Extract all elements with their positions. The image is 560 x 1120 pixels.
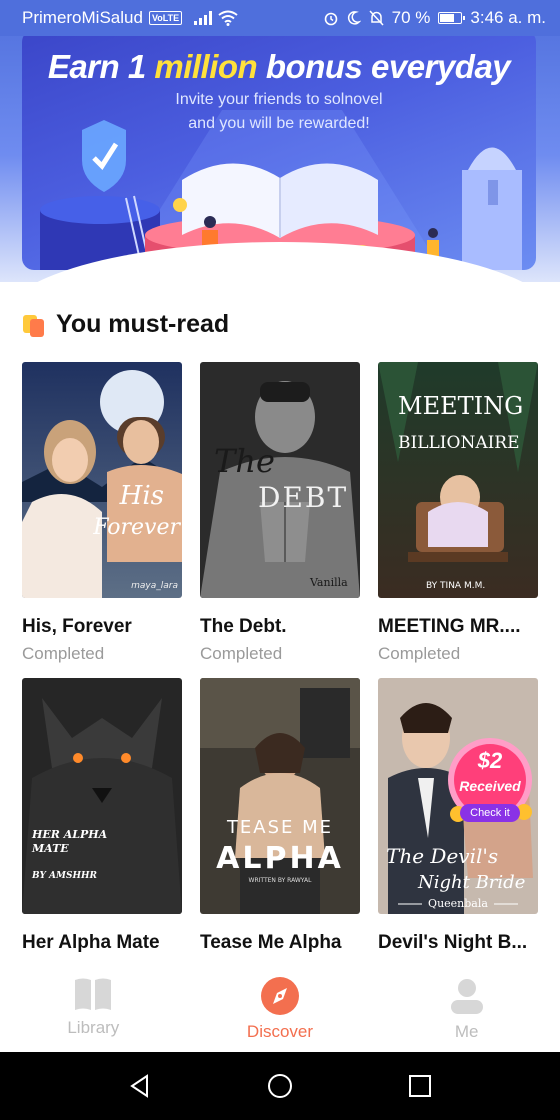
banner-subtitle-line2: and you will be rewarded! <box>188 115 370 132</box>
cover-title-meeting: MEETING <box>398 392 523 420</box>
banner-title-highlight: million <box>154 48 258 85</box>
user-icon <box>450 979 483 1014</box>
signal-icon <box>194 11 213 25</box>
nav-discover[interactable]: Discover <box>220 976 340 1042</box>
book-status: Completed <box>22 644 105 663</box>
system-nav-bar <box>0 1052 560 1120</box>
mute-icon <box>369 10 384 26</box>
banner-title-prefix: Earn 1 <box>47 48 146 85</box>
promo-badge[interactable]: $2 Received Check it <box>444 736 536 836</box>
bottom-nav: Library Discover Me <box>0 962 560 1052</box>
book-cover[interactable]: The DEBT Vanilla <box>200 362 360 598</box>
book-card[interactable]: MEETING BILLIONAIRE BY TINA M.M. MEETING… <box>378 362 538 664</box>
cover-title-nightbride: Night Bride <box>417 872 525 893</box>
check-it-button[interactable]: Check it <box>460 804 520 822</box>
book-cover[interactable]: HER ALPHA MATE BY AMSHHR <box>22 678 182 914</box>
nav-discover-label: Discover <box>246 1022 314 1041</box>
book-title: The Debt. <box>200 616 287 637</box>
book-cover[interactable]: TEASE ME ALPHA WRITTEN BY RAWYAL <box>200 678 360 914</box>
volte-badge: VoLTE <box>148 11 183 25</box>
cover-author: Queenbala <box>428 897 488 910</box>
carrier: PrimeroMiSalud VoLTE <box>22 8 183 28</box>
compass-icon <box>260 977 299 1015</box>
bookmark-icon <box>23 314 44 337</box>
book-card[interactable]: HER ALPHA MATE BY AMSHHR Her Alpha Mate <box>22 678 182 960</box>
book-title: Devil's Night B... <box>378 932 528 953</box>
cover-title-billionaire: BILLIONAIRE <box>398 433 520 453</box>
battery-percent: 70 % <box>391 8 431 27</box>
recents-icon[interactable] <box>407 1073 433 1099</box>
book-status: Completed <box>200 644 283 663</box>
banner-title: Earn 1 million bonus everyday <box>22 48 536 86</box>
book-card[interactable]: The DEBT Vanilla The Debt. Completed <box>200 362 360 664</box>
book-title: MEETING MR.... <box>378 616 521 637</box>
cover-title-devils: The Devil's <box>386 844 498 868</box>
nav-library[interactable]: Library <box>33 976 153 1038</box>
moon-icon <box>347 11 361 25</box>
cover-author: Vanilla <box>309 576 348 589</box>
section-title: You must-read <box>56 310 230 338</box>
cover-title-the: The <box>214 442 275 480</box>
book-cover[interactable]: His Forever maya_lara <box>22 362 182 598</box>
alarm-icon <box>324 12 337 26</box>
cover-author: maya_lara <box>131 581 178 591</box>
book-cover[interactable]: The Devil's Night Bride Queenbala $2 Rec… <box>378 678 538 914</box>
book-cover[interactable]: MEETING BILLIONAIRE BY TINA M.M. <box>378 362 538 598</box>
library-icon <box>75 978 112 1010</box>
cover-title-alpha: ALPHA <box>216 841 344 876</box>
home-icon[interactable] <box>267 1073 293 1099</box>
cover-title-debt: DEBT <box>258 481 348 514</box>
carrier-name: PrimeroMiSalud <box>22 8 143 27</box>
book-status: Completed <box>378 644 461 663</box>
cover-title-his: His <box>119 481 164 511</box>
cover-author: BY AMSHHR <box>31 871 97 881</box>
promo-label: Received <box>459 778 521 794</box>
book-title: Tease Me Alpha <box>200 932 342 953</box>
nav-library-label: Library <box>67 1018 120 1037</box>
banner-subtitle-line1: Invite your friends to solnovel <box>175 91 383 108</box>
cover-author: BY TINA M.M. <box>426 581 485 591</box>
clock: 3:46 a. m. <box>470 8 546 27</box>
banner: Earn 1 million bonus everyday Invite you… <box>0 0 560 282</box>
book-title: His, Forever <box>22 616 132 637</box>
book-card[interactable]: His Forever maya_lara His, Forever Compl… <box>22 362 182 664</box>
book-card[interactable]: TEASE ME ALPHA WRITTEN BY RAWYAL Tease M… <box>200 678 360 960</box>
book-card[interactable]: The Devil's Night Bride Queenbala $2 Rec… <box>378 678 538 960</box>
cover-title-tease: TEASE ME <box>226 817 333 838</box>
cover-title-line1: HER ALPHA <box>31 828 108 841</box>
status-bar: PrimeroMiSalud VoLTE 70 % 3:46 a. m. <box>0 0 560 36</box>
battery-icon <box>438 12 466 24</box>
nav-me-label: Me <box>454 1022 479 1041</box>
banner-title-suffix: bonus everyday <box>265 48 511 85</box>
section-header: You must-read <box>22 310 229 339</box>
cover-title-line2: MATE <box>31 842 69 855</box>
promo-amount: $2 <box>477 748 503 773</box>
book-grid: His Forever maya_lara His, Forever Compl… <box>22 362 538 960</box>
nav-me[interactable]: Me <box>407 976 527 1042</box>
banner-subtitle: Invite your friends to solnovel and you … <box>22 88 536 136</box>
invite-banner[interactable]: Earn 1 million bonus everyday Invite you… <box>22 30 536 270</box>
book-title: Her Alpha Mate <box>22 932 160 953</box>
back-icon[interactable] <box>127 1073 153 1099</box>
wifi-icon <box>218 10 238 26</box>
cover-title-forever: Forever <box>92 515 181 540</box>
cover-author: WRITTEN BY RAWYAL <box>249 877 313 884</box>
